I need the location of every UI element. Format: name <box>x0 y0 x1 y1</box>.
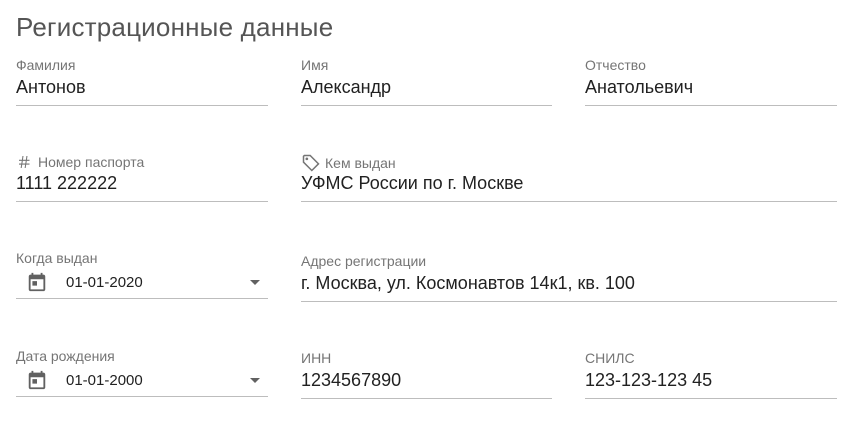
issue-date-value: 01-01-2020 <box>66 273 143 291</box>
passport-field[interactable]: Номер паспорта 1111 222222 <box>16 153 268 209</box>
name-value[interactable]: Александр <box>301 77 391 98</box>
snils-underline <box>585 398 837 399</box>
address-label: Адрес регистрации <box>301 253 427 269</box>
issue-date-label: Когда выдан <box>16 250 98 266</box>
name-underline <box>301 105 552 106</box>
calendar-icon <box>28 370 46 390</box>
surname-label: Фамилия <box>16 57 76 73</box>
address-value[interactable]: г. Москва, ул. Космонавтов 14к1, кв. 100 <box>301 273 635 294</box>
inn-underline <box>301 398 552 399</box>
hash-icon <box>16 153 34 171</box>
passport-underline <box>16 201 268 202</box>
surname-field[interactable]: Фамилия Антонов <box>16 57 268 113</box>
issued-by-field[interactable]: Кем выдан УФМС России по г. Москве <box>301 153 837 209</box>
calendar-icon <box>28 272 46 292</box>
snils-field[interactable]: СНИЛС 123-123-123 45 <box>585 350 837 406</box>
dropdown-arrow-icon[interactable] <box>250 377 260 383</box>
issued-by-underline <box>301 201 837 202</box>
surname-value[interactable]: Антонов <box>16 77 86 98</box>
birth-date-underline <box>16 396 268 397</box>
address-underline <box>301 301 837 302</box>
patronymic-value[interactable]: Анатольевич <box>585 77 693 98</box>
birth-date-label: Дата рождения <box>16 348 115 364</box>
passport-label: Номер паспорта <box>38 154 145 170</box>
issue-date-underline <box>16 298 268 299</box>
snils-value[interactable]: 123-123-123 45 <box>585 370 712 391</box>
page-title: Регистрационные данные <box>16 12 334 42</box>
issue-date-picker[interactable]: 01-01-2020 <box>26 270 260 294</box>
snils-label: СНИЛС <box>585 350 635 366</box>
address-field[interactable]: Адрес регистрации г. Москва, ул. Космона… <box>301 253 837 309</box>
tag-icon <box>301 153 321 173</box>
name-label: Имя <box>301 57 329 73</box>
patronymic-underline <box>585 105 837 106</box>
passport-value[interactable]: 1111 222222 <box>16 173 117 194</box>
passport-label-wrap: Номер паспорта <box>16 153 144 171</box>
issue-date-field[interactable]: Когда выдан 01-01-2020 <box>16 250 268 306</box>
patronymic-field[interactable]: Отчество Анатольевич <box>585 57 837 113</box>
inn-value[interactable]: 1234567890 <box>301 370 401 391</box>
birth-date-picker[interactable]: 01-01-2000 <box>26 368 260 392</box>
birth-date-value: 01-01-2000 <box>66 371 143 389</box>
inn-label: ИНН <box>301 350 332 366</box>
inn-field[interactable]: ИНН 1234567890 <box>301 350 552 406</box>
patronymic-label: Отчество <box>585 57 646 73</box>
issued-by-value[interactable]: УФМС России по г. Москве <box>301 173 523 194</box>
birth-date-field[interactable]: Дата рождения 01-01-2000 <box>16 348 268 404</box>
issued-by-label: Кем выдан <box>325 155 396 171</box>
name-field[interactable]: Имя Александр <box>301 57 552 113</box>
surname-underline <box>16 105 268 106</box>
issued-by-label-wrap: Кем выдан <box>301 153 396 173</box>
dropdown-arrow-icon[interactable] <box>250 279 260 285</box>
